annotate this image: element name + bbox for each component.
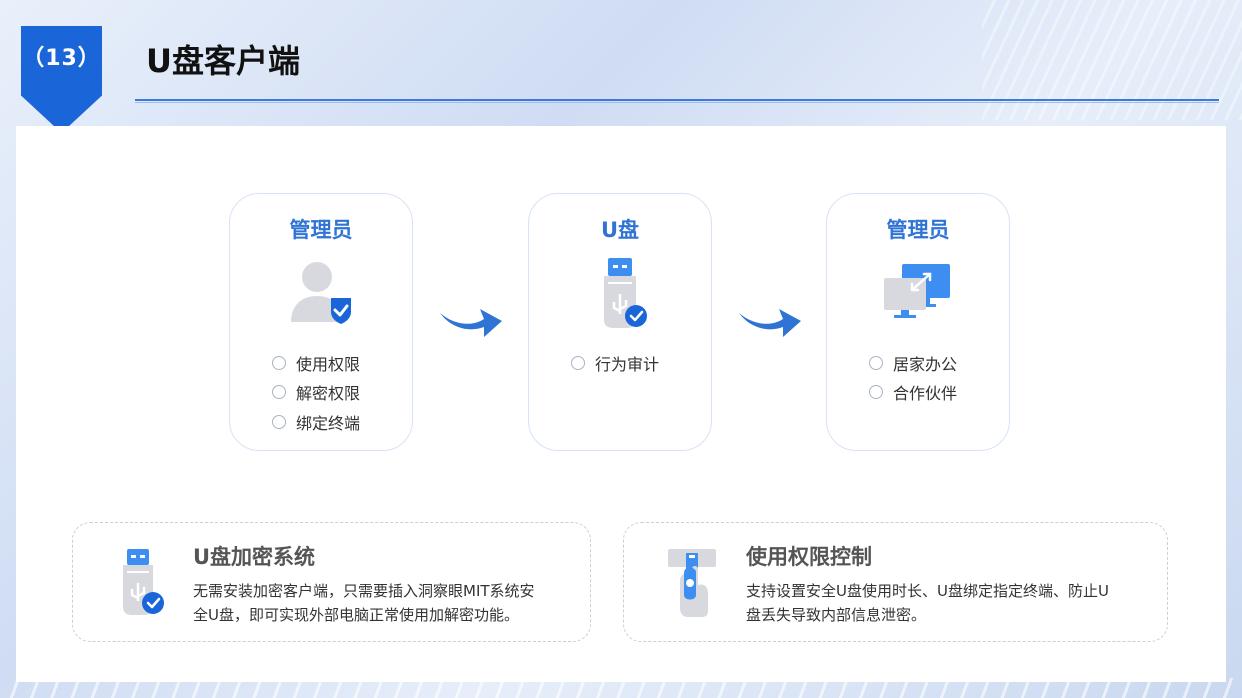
content-panel: 管理员 使用权限 解密权限 绑定终端 U盘 行为审计 管理员 居家办公 合作伙伴… bbox=[16, 126, 1226, 682]
two-monitors-icon bbox=[878, 256, 958, 336]
flow-card-usb: U盘 行为审计 bbox=[528, 193, 712, 451]
admin-user-shield-icon bbox=[281, 256, 361, 336]
feature-title: 使用权限控制 bbox=[746, 545, 872, 569]
radio-icon[interactable] bbox=[571, 356, 585, 370]
option-label: 使用权限 bbox=[296, 355, 361, 374]
feature-card-usb-encryption: U盘加密系统 无需安装加密客户端，只需要插入洞察眼MIT系统安 全U盘，即可实现… bbox=[72, 522, 591, 642]
feature-desc-line: 无需安装加密客户端，只需要插入洞察眼MIT系统安 bbox=[193, 582, 535, 600]
feature-desc-line: 支持设置安全U盘使用时长、U盘绑定指定终端、防止U bbox=[746, 582, 1109, 600]
option-label: 居家办公 bbox=[893, 355, 958, 374]
feature-desc-line: 盘丢失导致内部信息泄密。 bbox=[746, 606, 927, 624]
card-title: 管理员 bbox=[886, 218, 950, 242]
usb-drive-check-icon bbox=[111, 545, 171, 621]
flow-arrow-icon bbox=[737, 301, 803, 341]
page-title: U盘客户端 bbox=[146, 42, 300, 80]
option-item[interactable]: 解密权限 bbox=[272, 380, 360, 404]
option-label: 合作伙伴 bbox=[893, 384, 958, 403]
option-item[interactable]: 行为审计 bbox=[571, 351, 659, 375]
radio-icon[interactable] bbox=[272, 356, 286, 370]
radio-icon[interactable] bbox=[869, 385, 883, 399]
title-divider bbox=[135, 99, 1219, 103]
flow-card-remote: 管理员 居家办公 合作伙伴 bbox=[826, 193, 1010, 451]
option-item[interactable]: 绑定终端 bbox=[272, 410, 360, 434]
card-title: U盘 bbox=[600, 218, 640, 242]
radio-icon[interactable] bbox=[869, 356, 883, 370]
usb-drive-check-icon bbox=[580, 256, 660, 336]
option-item[interactable]: 居家办公 bbox=[869, 351, 957, 375]
feature-title: U盘加密系统 bbox=[193, 545, 316, 569]
hand-insert-usb-icon bbox=[662, 545, 722, 621]
option-item[interactable]: 使用权限 bbox=[272, 351, 360, 375]
card-title: 管理员 bbox=[289, 218, 353, 242]
flow-card-admin-permissions: 管理员 使用权限 解密权限 绑定终端 bbox=[229, 193, 413, 451]
radio-icon[interactable] bbox=[272, 385, 286, 399]
feature-description: 支持设置安全U盘使用时长、U盘绑定指定终端、防止U 盘丢失导致内部信息泄密。 bbox=[746, 579, 1109, 627]
flow-arrow-icon bbox=[438, 301, 504, 341]
radio-icon[interactable] bbox=[272, 415, 286, 429]
option-label: 行为审计 bbox=[595, 355, 660, 374]
feature-card-permission-control: 使用权限控制 支持设置安全U盘使用时长、U盘绑定指定终端、防止U 盘丢失导致内部… bbox=[623, 522, 1168, 642]
feature-description: 无需安装加密客户端，只需要插入洞察眼MIT系统安 全U盘，即可实现外部电脑正常使… bbox=[193, 579, 535, 627]
feature-desc-line: 全U盘，即可实现外部电脑正常使用加解密功能。 bbox=[193, 606, 519, 624]
option-label: 绑定终端 bbox=[296, 414, 361, 433]
section-number: （13） bbox=[22, 46, 101, 71]
option-item[interactable]: 合作伙伴 bbox=[869, 380, 957, 404]
option-label: 解密权限 bbox=[296, 384, 361, 403]
